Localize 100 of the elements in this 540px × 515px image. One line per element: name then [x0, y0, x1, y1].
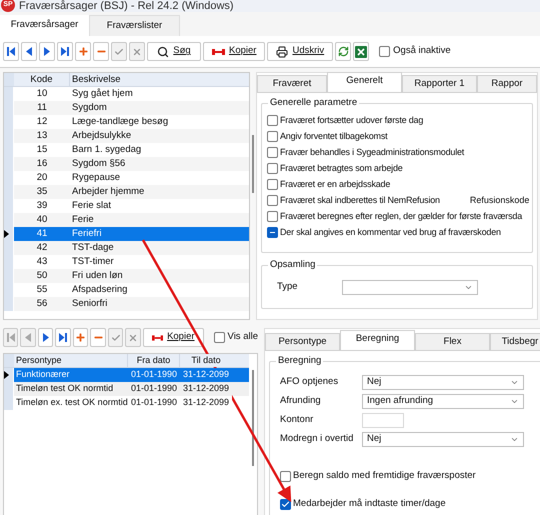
- plus-icon: [78, 46, 88, 57]
- checkbox-label: Beregn saldo med fremtidige fraværsposter: [293, 469, 476, 483]
- refresh-icon: [338, 46, 349, 57]
- cancel-icon: [128, 332, 138, 342]
- dropdown[interactable]: Ingen afrunding: [362, 394, 524, 408]
- next-button[interactable]: [39, 42, 55, 61]
- copy-button[interactable]: Kopier: [203, 42, 266, 61]
- refresh-button[interactable]: [335, 42, 352, 61]
- field-label: AFO optjenes: [280, 374, 340, 389]
- table-row[interactable]: 16 Sygdom §56: [4, 157, 249, 171]
- table-cell-text: 11: [36, 100, 48, 115]
- group-title: Beregning: [276, 355, 324, 367]
- tab[interactable]: Fraværsårsager: [0, 15, 90, 36]
- first-record-icon: [6, 333, 16, 342]
- table-row[interactable]: 50 Fri uden løn: [4, 269, 249, 283]
- last-button[interactable]: [55, 328, 71, 347]
- tab[interactable]: Fraværet: [257, 75, 327, 92]
- table-cell-text: 42: [36, 240, 48, 255]
- add-button[interactable]: [72, 328, 88, 347]
- checkbox[interactable]: [267, 227, 278, 238]
- column-header[interactable]: Persontype: [14, 354, 128, 367]
- checkbox[interactable]: [379, 46, 390, 57]
- table-cell-text: TST-timer: [71, 254, 115, 269]
- next-button[interactable]: [38, 328, 54, 347]
- table-cell-text: 16: [36, 156, 48, 171]
- tab[interactable]: Generelt: [327, 72, 402, 92]
- print-button[interactable]: Udskriv: [267, 42, 334, 61]
- field-label: Afrunding: [280, 394, 322, 408]
- spreadsheet-icon: [355, 46, 368, 58]
- table-cell-text: Feriefri: [71, 226, 103, 241]
- table-cell-text: 01-01-1990: [130, 396, 178, 410]
- first-button[interactable]: [3, 42, 19, 61]
- table-row[interactable]: 13 Arbejdsulykke: [4, 129, 249, 143]
- column-header[interactable]: Kode: [14, 73, 70, 86]
- checkbox[interactable]: [267, 163, 278, 174]
- checkbox[interactable]: [280, 498, 291, 510]
- checkbox[interactable]: [267, 131, 278, 142]
- last-button[interactable]: [57, 42, 73, 61]
- tab[interactable]: Rappor: [477, 75, 537, 92]
- dropdown[interactable]: Nej: [362, 374, 524, 390]
- header-corner: [4, 73, 14, 86]
- table-row[interactable]: 42 TST-dage: [4, 241, 249, 255]
- excel-button[interactable]: [353, 42, 370, 61]
- checkbox[interactable]: [267, 147, 278, 158]
- table-row[interactable]: 11 Sygdom: [4, 101, 249, 115]
- table-row[interactable]: 41 Feriefri: [4, 227, 249, 241]
- field-label: Kontonr: [280, 412, 314, 427]
- checkbox[interactable]: [280, 470, 291, 482]
- table-cell-text: Syg gået hjem: [71, 86, 134, 101]
- table-cell: 31-12-2099: [180, 382, 232, 396]
- tab[interactable]: Flex: [415, 333, 490, 350]
- tab[interactable]: Fraværslister: [90, 15, 180, 36]
- checkbox[interactable]: [267, 179, 278, 190]
- row-pointer-icon: [4, 230, 9, 238]
- next-icon: [43, 47, 51, 56]
- tab[interactable]: Persontype: [265, 333, 340, 350]
- checkbox-label: Fraværet beregnes efter reglen, der gælder for første fraværsda: [280, 210, 522, 223]
- checkbox-label: Medarbejder må indtaste timer/dage: [293, 497, 446, 512]
- table-cell-text: Sygdom §56: [71, 156, 126, 171]
- checkbox[interactable]: [267, 195, 278, 206]
- text-field[interactable]: [362, 412, 404, 428]
- table-row[interactable]: Funktionærer 01-01-1990 31-12-2099: [4, 368, 249, 382]
- tab[interactable]: Beregning: [340, 330, 415, 350]
- first-record-icon: [6, 47, 16, 56]
- checkbox-label: Også inaktive: [393, 44, 451, 58]
- table-cell-text: 10: [36, 86, 48, 101]
- table-cell-text: 20: [36, 170, 48, 185]
- last-record-icon: [58, 333, 68, 342]
- copy-icon: [152, 334, 164, 342]
- add-button[interactable]: [75, 42, 91, 61]
- field-label: Type: [277, 280, 298, 294]
- table-row[interactable]: 35 Arbejder hjemme: [4, 185, 249, 199]
- table-row[interactable]: 56 Seniorfri: [4, 297, 249, 311]
- table-cell-text: Timeløn test OK normtid: [15, 382, 114, 396]
- dropdown[interactable]: Nej: [362, 432, 524, 446]
- tab[interactable]: Tidsbegr: [490, 333, 540, 350]
- row-selector[interactable]: [4, 368, 14, 382]
- check-icon: [114, 46, 124, 56]
- table-cell-text: 40: [36, 212, 48, 227]
- table-row[interactable]: 40 Ferie: [4, 213, 249, 227]
- tab[interactable]: Rapporter 1: [402, 75, 477, 92]
- remove-button[interactable]: [90, 328, 106, 347]
- checkbox[interactable]: [267, 211, 278, 222]
- column-header[interactable]: Beskrivelse: [70, 73, 249, 86]
- copy-button[interactable]: Kopier: [142, 328, 204, 347]
- checkbox[interactable]: [214, 332, 225, 343]
- dropdown[interactable]: [342, 280, 478, 294]
- search-button[interactable]: Søg: [147, 42, 201, 61]
- table-cell-text: 55: [36, 282, 48, 297]
- prev-button[interactable]: [21, 42, 37, 61]
- checkbox-label: Fraværet betragtes som arbejde: [280, 162, 403, 175]
- remove-button[interactable]: [93, 42, 109, 61]
- table-cell-text: 13: [36, 128, 48, 143]
- checkbox[interactable]: [267, 115, 278, 126]
- table-cell-text: Arbejder hjemme: [71, 184, 146, 199]
- header-corner: [4, 354, 14, 367]
- table-cell-text: 43: [36, 254, 48, 269]
- table-row[interactable]: Timeløn test OK normtid 01-01-1990 31-12-2099: [4, 382, 249, 396]
- table-cell-text: 56: [36, 296, 48, 311]
- plus-icon: [75, 332, 86, 343]
